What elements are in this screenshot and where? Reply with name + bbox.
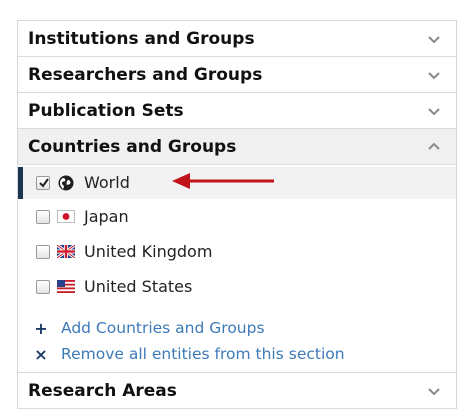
filter-panel: Institutions and Groups Researchers and …: [17, 20, 457, 409]
entity-label-united-states: United States: [84, 277, 193, 296]
remove-all-entities-label: Remove all entities from this section: [61, 345, 345, 363]
checkbox-united-states[interactable]: [36, 280, 50, 294]
chevron-down-icon: [428, 108, 440, 116]
entity-row-japan[interactable]: Japan: [18, 201, 456, 233]
japan-flag-icon: [57, 210, 75, 223]
chevron-down-icon: [428, 388, 440, 396]
checkbox-world[interactable]: [36, 176, 50, 190]
section-header-researchers[interactable]: Researchers and Groups: [18, 57, 456, 93]
entity-row-united-states[interactable]: United States: [18, 271, 456, 303]
plus-icon: +: [34, 318, 48, 338]
section-header-countries[interactable]: Countries and Groups: [18, 129, 456, 165]
section-title-institutions: Institutions and Groups: [28, 28, 255, 49]
remove-all-entities-link[interactable]: × Remove all entities from this section: [34, 343, 345, 365]
checkbox-japan[interactable]: [36, 210, 50, 224]
entity-row-united-kingdom[interactable]: United Kingdom: [18, 236, 456, 268]
section-header-research-areas[interactable]: Research Areas: [18, 373, 456, 409]
section-title-countries: Countries and Groups: [28, 136, 237, 157]
section-header-publication-sets[interactable]: Publication Sets: [18, 93, 456, 129]
checkbox-united-kingdom[interactable]: [36, 245, 50, 259]
entity-label-world: World: [84, 173, 130, 192]
close-icon: ×: [34, 344, 48, 364]
countries-section-body: World Japan United Kingdom United States…: [18, 165, 456, 373]
us-flag-icon: [57, 280, 75, 293]
globe-icon: [58, 175, 74, 191]
section-title-researchers: Researchers and Groups: [28, 64, 263, 85]
chevron-down-icon: [428, 36, 440, 44]
section-title-publication-sets: Publication Sets: [28, 100, 184, 121]
entity-label-japan: Japan: [84, 207, 129, 226]
chevron-down-icon: [428, 72, 440, 80]
add-countries-label: Add Countries and Groups: [61, 319, 265, 337]
add-countries-link[interactable]: + Add Countries and Groups: [34, 317, 265, 339]
checkmark-icon: [39, 178, 49, 188]
annotation-arrow-icon: [172, 173, 274, 189]
section-header-institutions[interactable]: Institutions and Groups: [18, 21, 456, 57]
chevron-up-icon: [428, 142, 440, 150]
uk-flag-icon: [57, 245, 75, 258]
section-title-research-areas: Research Areas: [28, 380, 177, 401]
entity-label-united-kingdom: United Kingdom: [84, 242, 213, 261]
